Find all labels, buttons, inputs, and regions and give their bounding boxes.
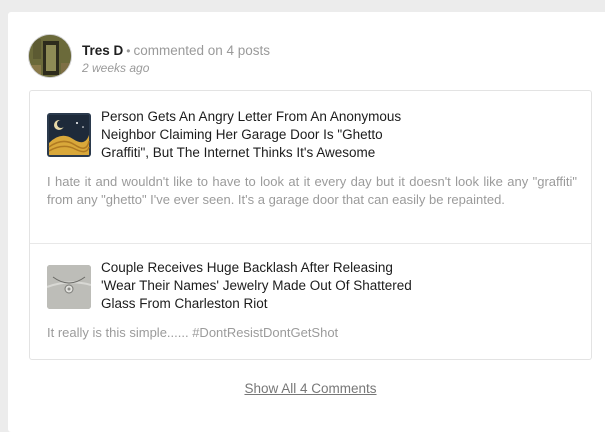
activity-text: commented on 4 posts: [133, 43, 271, 58]
activity-header: Tres D • commented on 4 posts 2 weeks ago: [28, 34, 588, 80]
user-name[interactable]: Tres D: [82, 43, 123, 58]
comment-text: I hate it and wouldn't like to have to l…: [47, 174, 577, 207]
comment-text: It really is this simple...... #DontResi…: [47, 325, 339, 340]
activity-card: Tres D • commented on 4 posts 2 weeks ago: [8, 12, 605, 432]
post-thumbnail[interactable]: [47, 113, 91, 157]
comment-item: Couple Receives Huge Backlash After Rele…: [30, 244, 591, 361]
avatar-image: [29, 35, 71, 77]
post-title-link[interactable]: Person Gets An Angry Letter From An Anon…: [101, 108, 431, 162]
jewelry-thumbnail-image: [47, 265, 91, 309]
comments-list: Person Gets An Angry Letter From An Anon…: [29, 90, 592, 360]
post-title-link[interactable]: Couple Receives Huge Backlash After Rele…: [101, 259, 431, 313]
user-meta: Tres D • commented on 4 posts 2 weeks ago: [82, 41, 270, 76]
timestamp: 2 weeks ago: [82, 61, 150, 75]
separator-dot: •: [126, 44, 131, 58]
show-all-comments-link[interactable]: Show All 4 Comments: [8, 381, 605, 396]
comment-item: Person Gets An Angry Letter From An Anon…: [30, 91, 591, 244]
garage-door-thumbnail-image: [47, 113, 91, 157]
user-line: Tres D • commented on 4 posts: [82, 41, 270, 60]
post-thumbnail[interactable]: [47, 265, 91, 309]
avatar[interactable]: [28, 34, 72, 78]
